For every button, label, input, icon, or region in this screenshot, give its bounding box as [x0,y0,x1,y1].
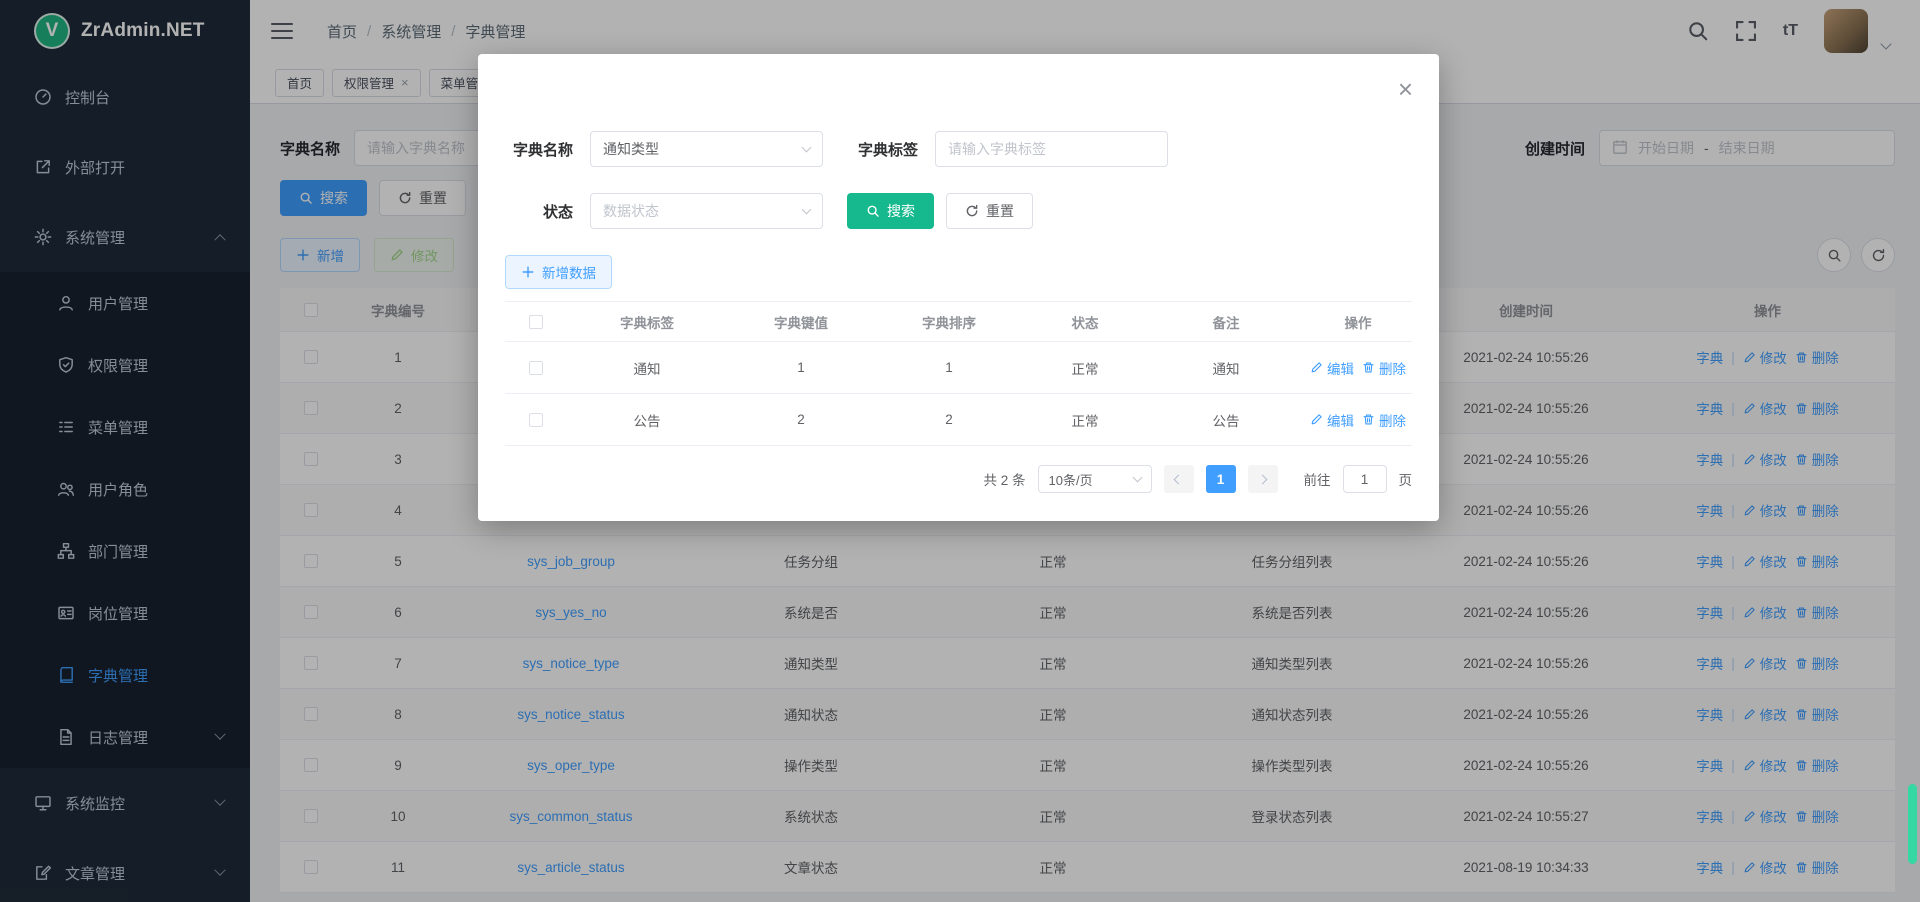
dict-data-dialog: × 字典名称 通知类型 字典标签 状态 数据状态 搜索 [478,54,1439,521]
chevron-down-icon [1132,473,1142,483]
pagination-total: 共 2 条 [983,469,1025,489]
dict-data-sort: 2 [945,412,953,427]
dialog-reset-button[interactable]: 重置 [946,193,1033,229]
dialog-table-row: 公告 2 2 正常 公告 编辑删除 [505,394,1412,446]
dict-data-sort: 1 [945,360,953,375]
dialog-add-row: 新增数据 [505,255,1439,289]
goto-page-input[interactable] [1343,465,1387,493]
remark-text: 公告 [1213,410,1240,430]
page-suffix: 页 [1399,469,1413,489]
chevron-down-icon [802,205,812,215]
page-size-select[interactable]: 10条/页 [1038,465,1152,493]
scrollbar-thumb[interactable] [1908,784,1917,864]
dialog-status-label: 状态 [505,201,573,222]
column-header: 字典标签 [567,302,727,341]
close-icon[interactable]: × [1398,76,1413,102]
status-text: 正常 [1072,358,1099,378]
dict-data-label: 公告 [634,410,661,430]
dialog-dict-name-label: 字典名称 [505,139,573,160]
dialog-table-row: 通知 1 1 正常 通知 编辑删除 [505,342,1412,394]
chevron-down-icon [802,143,812,153]
dict-data-value: 2 [797,412,805,427]
column-header: 字典排序 [875,302,1023,341]
dialog-form-row-1: 字典名称 通知类型 字典标签 [505,54,1412,167]
status-select[interactable]: 数据状态 [590,193,823,229]
page-number-button[interactable]: 1 [1206,465,1236,493]
column-header: 状态 [1023,302,1147,341]
goto-label: 前往 [1304,469,1331,489]
dialog-search-button[interactable]: 搜索 [847,193,934,229]
row-checkbox[interactable] [529,361,543,375]
delete-link[interactable]: 删除 [1362,358,1406,378]
pagination: 共 2 条 10条/页 1 前往 页 [505,465,1412,493]
next-page-button[interactable] [1248,465,1278,493]
dict-name-select[interactable]: 通知类型 [590,131,823,167]
prev-page-button[interactable] [1164,465,1194,493]
dict-data-table: 字典标签字典键值字典排序状态备注操作通知11正常通知编辑删除公告22正常公告编辑… [505,301,1412,446]
status-text: 正常 [1072,410,1099,430]
dialog-dict-label-label: 字典标签 [850,139,918,160]
dialog-buttons: 搜索 重置 [847,193,1033,229]
dict-label-input[interactable] [935,131,1168,167]
dialog-table-header-row: 字典标签字典键值字典排序状态备注操作 [505,302,1412,342]
dialog-form-row-2: 状态 数据状态 搜索 重置 [505,193,1412,229]
remark-text: 通知 [1213,358,1240,378]
app-root: V ZrAdmin.NET 控制台外部打开系统管理用户管理权限管理菜单管理用户角… [0,0,1920,902]
edit-link[interactable]: 编辑 [1310,410,1354,430]
column-header: 操作 [1305,302,1411,341]
add-data-button[interactable]: 新增数据 [505,255,612,289]
select-all-checkbox[interactable] [529,315,543,329]
column-header: 备注 [1147,302,1305,341]
dict-data-label: 通知 [634,358,661,378]
delete-link[interactable]: 删除 [1362,410,1406,430]
edit-link[interactable]: 编辑 [1310,358,1354,378]
row-checkbox[interactable] [529,413,543,427]
dict-data-value: 1 [797,360,805,375]
column-header: 字典键值 [727,302,875,341]
